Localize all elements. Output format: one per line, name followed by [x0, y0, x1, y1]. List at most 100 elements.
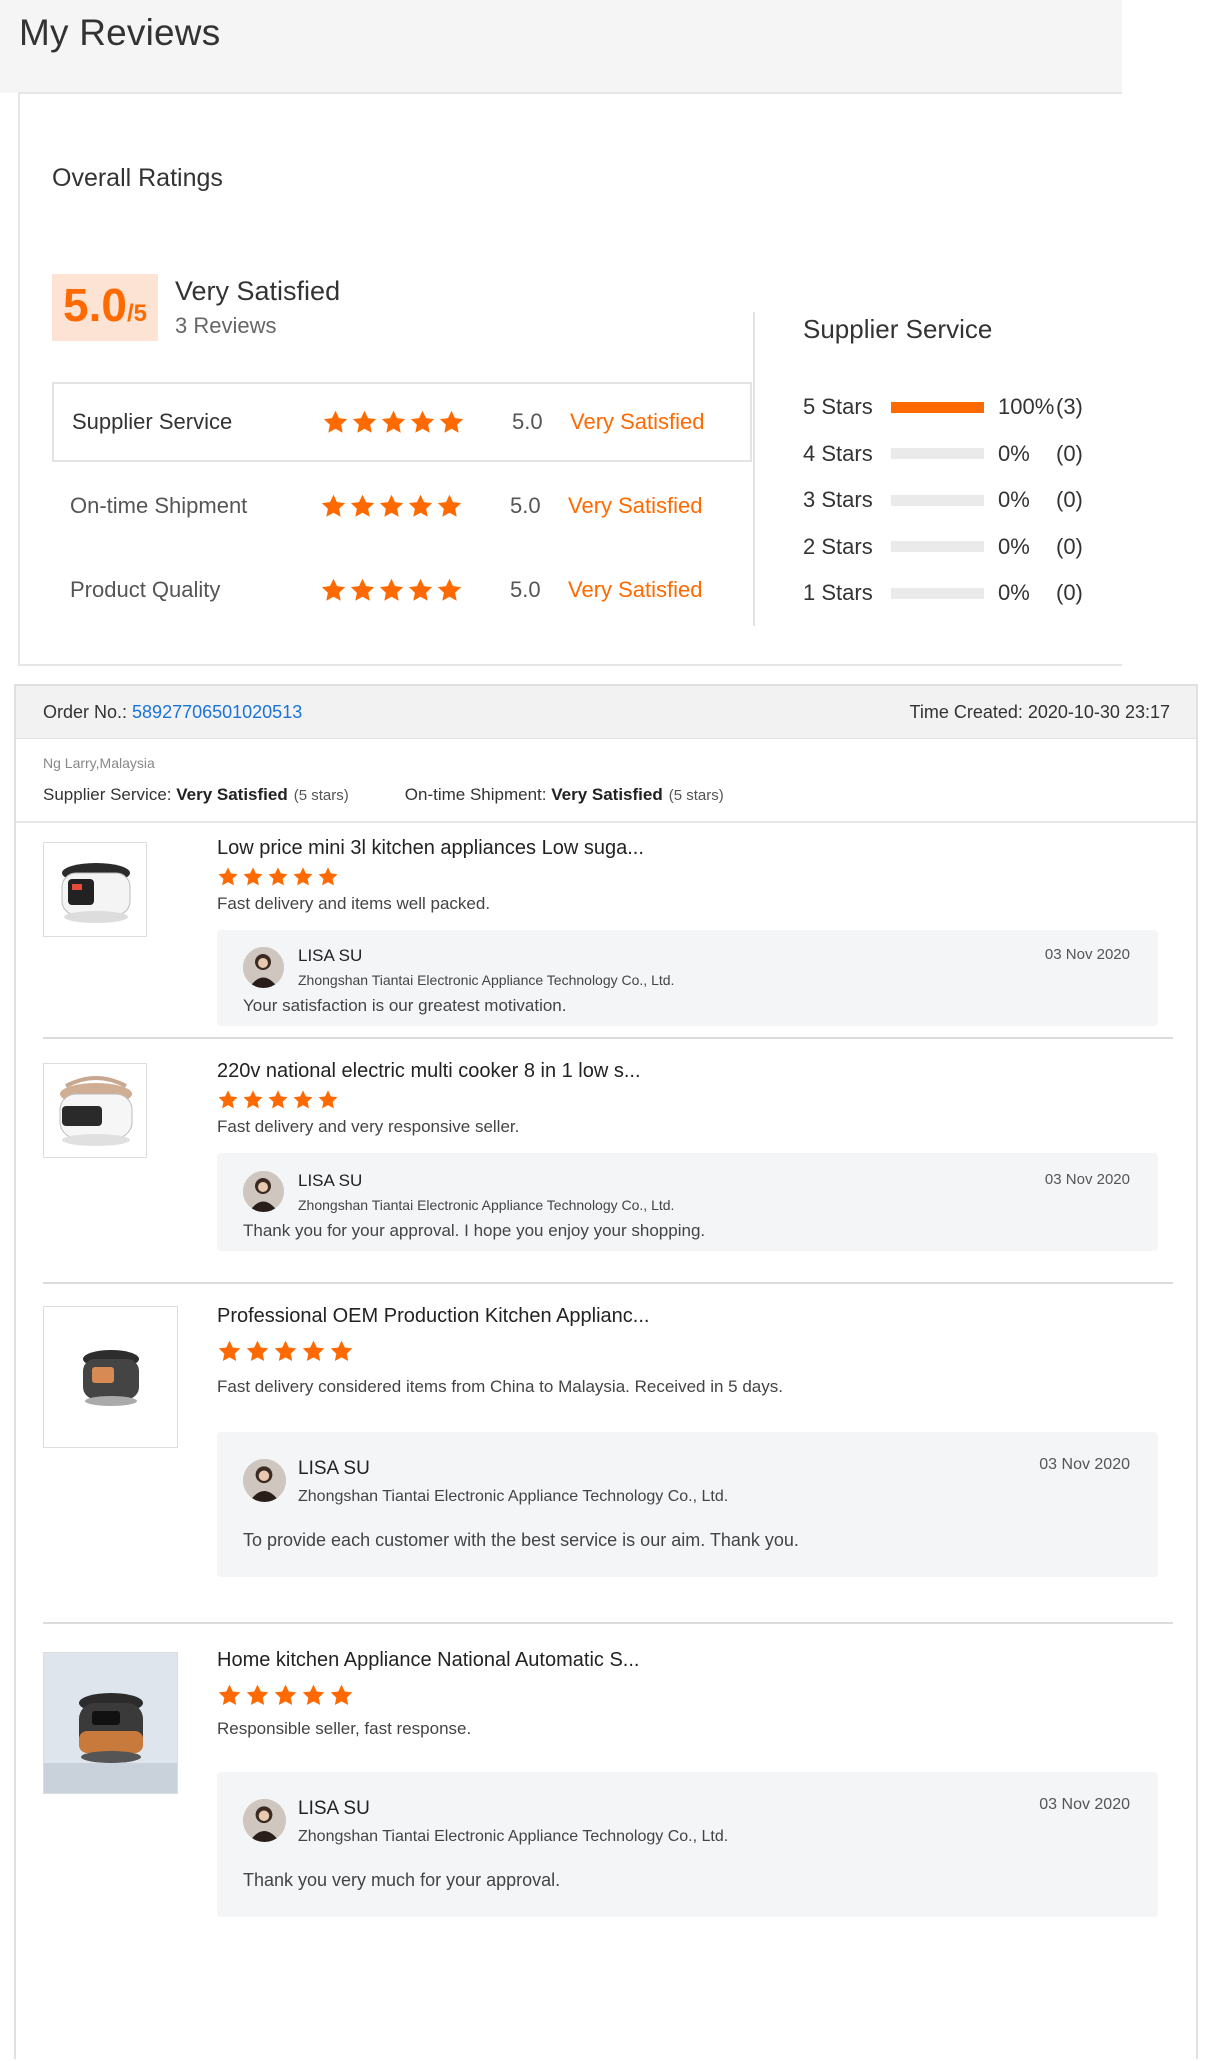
breakdown-percent: 0% [998, 440, 1030, 466]
star-icon [218, 1090, 238, 1109]
supplier-reply: LISA SU Zhongshan Tiantai Electronic App… [217, 1772, 1158, 1917]
breakdown-bar [891, 541, 984, 553]
avatar-image [243, 1799, 286, 1842]
product-rating-stars [217, 1683, 354, 1708]
reply-text: Thank you for your approval. I hope you … [243, 1221, 706, 1240]
product-rating-stars [217, 866, 339, 888]
overall-score-badge: 5.0/5 [52, 274, 158, 341]
rice-cooker-image [44, 1653, 177, 1793]
breakdown-percent: 0% [998, 580, 1030, 606]
star-icon [268, 867, 288, 886]
rating-row-supplier-service[interactable]: Supplier Service 5.0 Very Satisfied [52, 382, 752, 462]
star-icon [330, 1684, 353, 1705]
avatar [243, 1799, 286, 1842]
star-icon [379, 494, 404, 517]
breakdown-percent: 100% [998, 394, 1055, 420]
rating-row-label: Supplier Service [72, 409, 233, 434]
buyer-comment: Fast delivery and items well packed. [217, 894, 491, 913]
product-review: 220v national electric multi cooker 8 in… [43, 1037, 1173, 1284]
rating-row-product-quality[interactable]: Product Quality 5.0 Very Satisfied [52, 550, 752, 630]
rating-value: Very Satisfied [176, 785, 288, 804]
breakdown-star-label: 3 Stars [803, 487, 873, 513]
reply-text: Thank you very much for your approval. [243, 1870, 561, 1890]
order-number-label: Order No.: [43, 702, 133, 722]
breakdown-title: Supplier Service [803, 314, 993, 344]
star-icon [323, 410, 348, 433]
reply-company: Zhongshan Tiantai Electronic Appliance T… [298, 1488, 729, 1505]
star-icon [410, 410, 435, 433]
star-icon [408, 578, 433, 601]
supplier-reply: LISA SU Zhongshan Tiantai Electronic App… [217, 1432, 1158, 1577]
rating-stars [320, 577, 463, 604]
product-title-link[interactable]: Low price mini 3l kitchen appliances Low… [217, 837, 644, 860]
rating-row-score: 5.0 [512, 409, 543, 434]
buyer-comment: Fast delivery considered items from Chin… [217, 1377, 783, 1396]
star-icon [274, 1340, 297, 1361]
reply-date: 03 Nov 2020 [1039, 1796, 1130, 1813]
breakdown-count: (0) [1056, 487, 1083, 513]
buyer-comment: Responsible seller, fast response. [217, 1719, 472, 1738]
product-thumbnail[interactable] [43, 842, 147, 937]
avatar-image [243, 1459, 286, 1502]
star-icon [352, 410, 377, 433]
order-header: Order No.: 58927706501020513 Time Create… [16, 686, 1196, 739]
order-number: Order No.: 58927706501020513 [43, 702, 302, 723]
buyer-supplier-service-rating: Supplier Service: Very Satisfied (5 stars… [43, 785, 349, 805]
product-thumbnail[interactable] [43, 1063, 147, 1158]
reply-author-name: LISA SU [298, 1458, 370, 1479]
reply-author-name: LISA SU [298, 1171, 363, 1190]
order-review-card: Order No.: 58927706501020513 Time Create… [14, 684, 1198, 2059]
breakdown-bar [891, 448, 984, 460]
breakdown-count: (3) [1056, 394, 1083, 420]
overall-ratings-heading: Overall Ratings [52, 164, 223, 192]
rice-cooker-image [61, 863, 131, 923]
star-icon [439, 410, 464, 433]
reply-date: 03 Nov 2020 [1044, 946, 1130, 963]
rating-label: Supplier Service: [43, 785, 177, 804]
star-icon [293, 867, 313, 886]
product-thumbnail[interactable] [43, 1306, 178, 1448]
rice-cooker-image [83, 1350, 139, 1406]
star-icon [218, 867, 238, 886]
rating-row-label: Product Quality [70, 577, 221, 602]
buyer-ratings: Supplier Service: Very Satisfied (5 stars… [43, 785, 780, 805]
rating-row-text: Very Satisfied [568, 577, 703, 602]
reply-date: 03 Nov 2020 [1039, 1456, 1130, 1473]
product-rating-stars [217, 1089, 339, 1111]
product-thumbnail[interactable] [43, 1652, 178, 1794]
star-icon [218, 1684, 241, 1705]
rating-row-on-time-shipment[interactable]: On-time Shipment 5.0 Very Satisfied [52, 466, 752, 546]
breakdown-count: (0) [1056, 580, 1083, 606]
star-icon [350, 578, 375, 601]
avatar [243, 1459, 286, 1502]
product-title-link[interactable]: 220v national electric multi cooker 8 in… [217, 1060, 641, 1083]
order-time-created: Time Created: 2020-10-30 23:17 [909, 702, 1171, 722]
reply-text: To provide each customer with the best s… [243, 1530, 799, 1550]
star-icon [243, 1090, 263, 1109]
rating-category-list: Supplier Service 5.0 Very Satisfied On-t… [52, 382, 752, 630]
product-review: Professional OEM Production Kitchen Appl… [43, 1282, 1173, 1624]
star-icon [218, 1340, 241, 1361]
breakdown-row: 2 Stars 0% (0) [803, 524, 1083, 571]
breakdown-row: 1 Stars 0% (0) [803, 570, 1083, 617]
star-icon [437, 578, 462, 601]
rating-row-score: 5.0 [510, 493, 541, 518]
star-icon [379, 578, 404, 601]
order-number-link[interactable]: 58927706501020513 [132, 702, 302, 722]
rating-row-text: Very Satisfied [568, 493, 703, 518]
breakdown-star-label: 5 Stars [803, 394, 873, 420]
product-title-link[interactable]: Home kitchen Appliance National Automati… [217, 1649, 639, 1672]
reply-author-name: LISA SU [298, 946, 363, 965]
star-breakdown: 5 Stars 100% (3) 4 Stars 0% (0) 3 Stars … [803, 384, 1083, 617]
breakdown-count: (0) [1056, 533, 1083, 559]
breakdown-percent: 0% [998, 533, 1030, 559]
star-icon [437, 494, 462, 517]
reply-company: Zhongshan Tiantai Electronic Appliance T… [298, 1828, 729, 1845]
star-icon [274, 1684, 297, 1705]
star-icon [302, 1684, 325, 1705]
overall-score-label: Very Satisfied [175, 276, 341, 306]
product-title-link[interactable]: Professional OEM Production Kitchen Appl… [217, 1305, 649, 1328]
breakdown-bar [891, 587, 984, 599]
breakdown-bar-fill [891, 401, 984, 413]
page-header: My Reviews [0, 0, 1122, 93]
